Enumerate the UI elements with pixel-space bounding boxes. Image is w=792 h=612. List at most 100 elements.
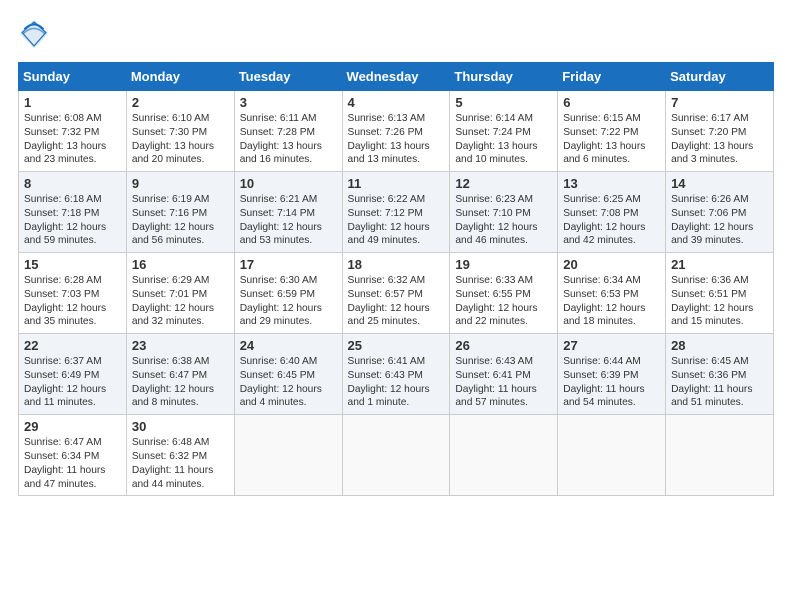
day-number: 13 (563, 176, 660, 191)
day-number: 6 (563, 95, 660, 110)
cell-text: Sunrise: 6:28 AMSunset: 7:03 PMDaylight:… (24, 275, 106, 327)
table-row: 17 Sunrise: 6:30 AMSunset: 6:59 PMDayligh… (234, 253, 342, 334)
day-number: 7 (671, 95, 768, 110)
table-row: 20 Sunrise: 6:34 AMSunset: 6:53 PMDayligh… (558, 253, 666, 334)
logo (18, 18, 54, 50)
cell-text: Sunrise: 6:34 AMSunset: 6:53 PMDaylight:… (563, 275, 645, 327)
cell-text: Sunrise: 6:19 AMSunset: 7:16 PMDaylight:… (132, 194, 214, 246)
header (18, 18, 774, 50)
day-number: 29 (24, 419, 121, 434)
cell-text: Sunrise: 6:23 AMSunset: 7:10 PMDaylight:… (455, 194, 537, 246)
table-row: 22Sunrise: 6:37 AMSunset: 6:49 PMDayligh… (19, 334, 127, 415)
col-tuesday: Tuesday (234, 63, 342, 91)
table-row: 23 Sunrise: 6:38 AMSunset: 6:47 PMDayligh… (126, 334, 234, 415)
col-monday: Monday (126, 63, 234, 91)
day-number: 24 (240, 338, 337, 353)
day-number: 5 (455, 95, 552, 110)
day-number: 16 (132, 257, 229, 272)
calendar-row: 29 Sunrise: 6:47 AMSunset: 6:34 PMDayligh… (19, 415, 774, 496)
day-number: 1 (24, 95, 121, 110)
cell-text: Sunrise: 6:10 AMSunset: 7:30 PMDaylight:… (132, 113, 214, 165)
day-number: 20 (563, 257, 660, 272)
cell-text: Sunrise: 6:18 AMSunset: 7:18 PMDaylight:… (24, 194, 106, 246)
table-row: 19 Sunrise: 6:33 AMSunset: 6:55 PMDayligh… (450, 253, 558, 334)
cell-text: Sunrise: 6:08 AMSunset: 7:32 PMDaylight:… (24, 113, 106, 165)
calendar-table: Sunday Monday Tuesday Wednesday Thursday… (18, 62, 774, 496)
table-row: 9 Sunrise: 6:19 AMSunset: 7:16 PMDaylight… (126, 172, 234, 253)
logo-icon (18, 18, 50, 50)
cell-text: Sunrise: 6:11 AMSunset: 7:28 PMDaylight:… (240, 113, 322, 165)
table-row: 14Sunrise: 6:26 AMSunset: 7:06 PMDayligh… (666, 172, 774, 253)
table-row: 21 Sunrise: 6:36 AMSunset: 6:51 PMDayligh… (666, 253, 774, 334)
cell-text: Sunrise: 6:36 AMSunset: 6:51 PMDaylight:… (671, 275, 753, 327)
cell-text: Sunrise: 6:45 AMSunset: 6:36 PMDaylight:… (671, 356, 752, 408)
table-row: 27Sunrise: 6:44 AMSunset: 6:39 PMDayligh… (558, 334, 666, 415)
day-number: 3 (240, 95, 337, 110)
cell-text: Sunrise: 6:21 AMSunset: 7:14 PMDaylight:… (240, 194, 322, 246)
empty-cell (234, 415, 342, 496)
table-row: 28 Sunrise: 6:45 AMSunset: 6:36 PMDayligh… (666, 334, 774, 415)
empty-cell (450, 415, 558, 496)
cell-text: Sunrise: 6:32 AMSunset: 6:57 PMDaylight:… (348, 275, 430, 327)
table-row: 13 Sunrise: 6:25 AMSunset: 7:08 PMDayligh… (558, 172, 666, 253)
day-number: 17 (240, 257, 337, 272)
table-row: 15 Sunrise: 6:28 AMSunset: 7:03 PMDayligh… (19, 253, 127, 334)
day-number: 8 (24, 176, 121, 191)
table-row: 6 Sunrise: 6:15 AMSunset: 7:22 PMDaylight… (558, 91, 666, 172)
day-number: 19 (455, 257, 552, 272)
col-friday: Friday (558, 63, 666, 91)
cell-text: Sunrise: 6:26 AMSunset: 7:06 PMDaylight:… (671, 194, 753, 246)
header-row: Sunday Monday Tuesday Wednesday Thursday… (19, 63, 774, 91)
day-number: 15 (24, 257, 121, 272)
calendar-row: 8 Sunrise: 6:18 AMSunset: 7:18 PMDaylight… (19, 172, 774, 253)
cell-text: Sunrise: 6:40 AMSunset: 6:45 PMDaylight:… (240, 356, 322, 408)
day-number: 9 (132, 176, 229, 191)
calendar-row: 15 Sunrise: 6:28 AMSunset: 7:03 PMDayligh… (19, 253, 774, 334)
table-row: 10 Sunrise: 6:21 AMSunset: 7:14 PMDayligh… (234, 172, 342, 253)
table-row: 25Sunrise: 6:41 AMSunset: 6:43 PMDayligh… (342, 334, 450, 415)
table-row: 3 Sunrise: 6:11 AMSunset: 7:28 PMDaylight… (234, 91, 342, 172)
cell-text: Sunrise: 6:41 AMSunset: 6:43 PMDaylight:… (348, 356, 430, 408)
table-row: 24 Sunrise: 6:40 AMSunset: 6:45 PMDayligh… (234, 334, 342, 415)
day-number: 26 (455, 338, 552, 353)
table-row: 1 Sunrise: 6:08 AMSunset: 7:32 PMDaylight… (19, 91, 127, 172)
page: Sunday Monday Tuesday Wednesday Thursday… (0, 0, 792, 506)
col-saturday: Saturday (666, 63, 774, 91)
day-number: 23 (132, 338, 229, 353)
cell-text: Sunrise: 6:37 AMSunset: 6:49 PMDaylight:… (24, 356, 106, 408)
cell-text: Sunrise: 6:25 AMSunset: 7:08 PMDaylight:… (563, 194, 645, 246)
day-number: 11 (348, 176, 445, 191)
cell-text: Sunrise: 6:38 AMSunset: 6:47 PMDaylight:… (132, 356, 214, 408)
cell-text: Sunrise: 6:17 AMSunset: 7:20 PMDaylight:… (671, 113, 753, 165)
col-wednesday: Wednesday (342, 63, 450, 91)
day-number: 28 (671, 338, 768, 353)
col-sunday: Sunday (19, 63, 127, 91)
day-number: 18 (348, 257, 445, 272)
calendar-row: 22Sunrise: 6:37 AMSunset: 6:49 PMDayligh… (19, 334, 774, 415)
cell-text: Sunrise: 6:29 AMSunset: 7:01 PMDaylight:… (132, 275, 214, 327)
cell-text: Sunrise: 6:22 AMSunset: 7:12 PMDaylight:… (348, 194, 430, 246)
day-number: 12 (455, 176, 552, 191)
empty-cell (666, 415, 774, 496)
table-row: 4Sunrise: 6:13 AMSunset: 7:26 PMDaylight… (342, 91, 450, 172)
table-row: 12 Sunrise: 6:23 AMSunset: 7:10 PMDayligh… (450, 172, 558, 253)
cell-text: Sunrise: 6:15 AMSunset: 7:22 PMDaylight:… (563, 113, 645, 165)
table-row: 26Sunrise: 6:43 AMSunset: 6:41 PMDayligh… (450, 334, 558, 415)
col-thursday: Thursday (450, 63, 558, 91)
day-number: 27 (563, 338, 660, 353)
day-number: 10 (240, 176, 337, 191)
day-number: 30 (132, 419, 229, 434)
day-number: 21 (671, 257, 768, 272)
calendar-row: 1 Sunrise: 6:08 AMSunset: 7:32 PMDaylight… (19, 91, 774, 172)
cell-text: Sunrise: 6:33 AMSunset: 6:55 PMDaylight:… (455, 275, 537, 327)
cell-text: Sunrise: 6:48 AMSunset: 6:32 PMDaylight:… (132, 437, 213, 489)
table-row: 7 Sunrise: 6:17 AMSunset: 7:20 PMDaylight… (666, 91, 774, 172)
table-row: 8 Sunrise: 6:18 AMSunset: 7:18 PMDaylight… (19, 172, 127, 253)
cell-text: Sunrise: 6:30 AMSunset: 6:59 PMDaylight:… (240, 275, 322, 327)
table-row: 30 Sunrise: 6:48 AMSunset: 6:32 PMDayligh… (126, 415, 234, 496)
cell-text: Sunrise: 6:14 AMSunset: 7:24 PMDaylight:… (455, 113, 537, 165)
table-row: 5 Sunrise: 6:14 AMSunset: 7:24 PMDaylight… (450, 91, 558, 172)
table-row: 29 Sunrise: 6:47 AMSunset: 6:34 PMDayligh… (19, 415, 127, 496)
cell-text: Sunrise: 6:47 AMSunset: 6:34 PMDaylight:… (24, 437, 105, 489)
day-number: 4 (348, 95, 445, 110)
